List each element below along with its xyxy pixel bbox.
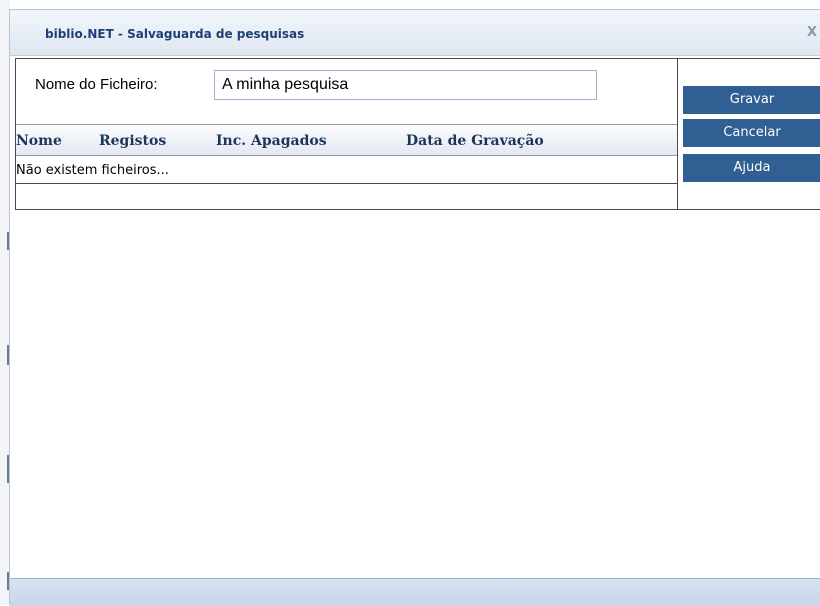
save-search-dialog: biblio.NET - Salvaguarda de pesquisas X … (9, 9, 820, 606)
column-header-registos[interactable]: Registos (99, 133, 166, 149)
column-header-nome[interactable]: Nome (16, 133, 62, 149)
column-header-data-gravacao[interactable]: Data de Gravação (406, 133, 544, 149)
column-header-inc-apagados[interactable]: Inc. Apagados (216, 133, 327, 149)
column-divider (677, 59, 678, 210)
dialog-footer (10, 578, 820, 606)
empty-table-message: Não existem ficheiros... (16, 163, 169, 178)
dialog-title: biblio.NET - Salvaguarda de pesquisas (45, 27, 305, 41)
cancel-button[interactable]: Cancelar (683, 119, 820, 147)
save-button[interactable]: Gravar (683, 86, 820, 114)
close-button[interactable]: X (807, 25, 820, 41)
filename-input[interactable] (214, 70, 597, 100)
help-button[interactable]: Ajuda (683, 154, 820, 182)
dialog-titlebar[interactable]: biblio.NET - Salvaguarda de pesquisas X (10, 10, 820, 56)
filename-label: Nome do Ficheiro: (35, 76, 158, 93)
files-table: Nome Registos Inc. Apagados Data de Grav… (16, 124, 677, 184)
table-header: Nome Registos Inc. Apagados Data de Grav… (16, 125, 677, 156)
